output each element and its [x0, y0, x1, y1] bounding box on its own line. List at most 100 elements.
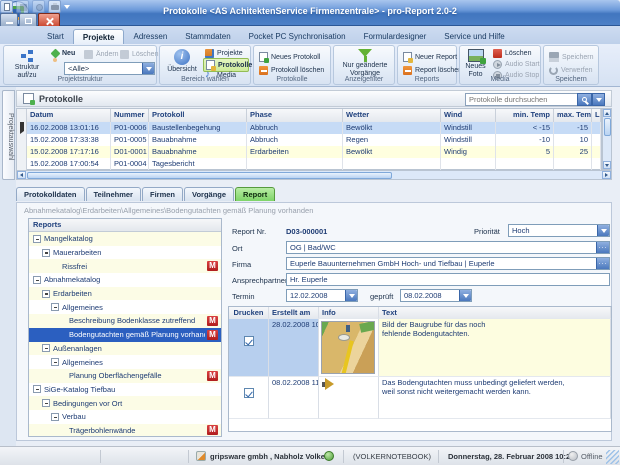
vertical-scroll-thumb[interactable]: [604, 118, 611, 136]
geprueft-date-field[interactable]: 08.02.2008: [400, 289, 472, 302]
chevron-down-icon[interactable]: [142, 63, 154, 74]
col-erstellt-am[interactable]: Erstellt am: [269, 307, 319, 319]
chevron-down-icon[interactable]: [597, 225, 609, 236]
table-row[interactable]: 15.02.2008 17:17:16 D01-0001 Bauabnahme …: [17, 146, 601, 158]
col-drucken[interactable]: Drucken: [229, 307, 269, 319]
tab-teilnehmer[interactable]: Teilnehmer: [86, 187, 141, 201]
neues-protokoll-button[interactable]: Neues Protokoll: [257, 51, 322, 63]
tab-report[interactable]: Report: [235, 187, 275, 201]
tree-item[interactable]: Allgemeines: [29, 300, 221, 314]
grid-row[interactable]: 08.02.2008 11:2 Das Bodengutachten muss …: [229, 377, 611, 419]
media-loeschen-button[interactable]: Löschen: [491, 48, 533, 59]
speichern-button[interactable]: Speichern: [547, 51, 596, 63]
tree-item[interactable]: Verbau: [29, 410, 221, 424]
ort-browse-button[interactable]: ...: [596, 242, 609, 253]
horizontal-scroll-thumb[interactable]: [27, 172, 392, 179]
tab-pocket-pc-synchronisation[interactable]: Pocket PC Synchronisation: [240, 29, 355, 44]
col-text[interactable]: Text: [379, 307, 611, 319]
tree-item[interactable]: Planung OberflächengefälleM: [29, 369, 221, 383]
tree-item[interactable]: Außenanlagen: [29, 342, 221, 356]
undo-icon[interactable]: [32, 0, 45, 13]
ort-field[interactable]: OG | Bad/WC ...: [286, 241, 610, 254]
tab-protokolldaten[interactable]: Protokolldaten: [16, 187, 85, 201]
search-input[interactable]: [465, 93, 577, 106]
audio-start-button[interactable]: Audio Start: [491, 59, 542, 70]
collapse-icon[interactable]: [33, 385, 41, 393]
col-info[interactable]: Info: [319, 307, 379, 319]
tab-formulardesigner[interactable]: Formulardesigner: [355, 29, 436, 44]
new-document-icon[interactable]: [0, 0, 13, 13]
col-luf[interactable]: Luf: [592, 109, 601, 122]
projekt-filter-combobox[interactable]: <Alle>: [64, 62, 155, 75]
table-horizontal-scrollbar[interactable]: [16, 170, 612, 180]
verwerfen-button[interactable]: Verwerfen: [547, 65, 595, 76]
resize-grip[interactable]: [606, 450, 619, 464]
tree-item[interactable]: Allgemeines: [29, 355, 221, 369]
loeschen-button[interactable]: Löschen: [118, 49, 160, 60]
col-nummer[interactable]: Nummer: [111, 109, 149, 122]
tree-item[interactable]: RissfreiM: [29, 259, 221, 273]
col-max-temp[interactable]: max. Temp: [554, 109, 592, 122]
grid-row[interactable]: 28.02.2008 10:1 Bild der Baugrube für da…: [229, 319, 611, 377]
tab-adressen[interactable]: Adressen: [124, 29, 176, 44]
table-row[interactable]: 15.02.2008 17:33:38 P01-0005 Bauabnahme …: [17, 134, 601, 146]
search-icon[interactable]: [577, 93, 592, 106]
termin-date-field[interactable]: 12.02.2008: [286, 289, 358, 302]
tab-start[interactable]: Start: [38, 29, 73, 44]
col-min-temp[interactable]: min. Temp: [496, 109, 554, 122]
collapse-icon[interactable]: [51, 303, 59, 311]
tree-item-selected[interactable]: Bodengutachten gemäß Planung vorhancM: [29, 328, 221, 342]
neues-foto-button[interactable]: Neues Foto: [462, 48, 489, 79]
collapse-icon[interactable]: [42, 290, 50, 298]
collapse-icon[interactable]: [33, 235, 41, 243]
collapse-icon[interactable]: [42, 344, 50, 352]
scroll-right-icon[interactable]: [605, 173, 608, 177]
collapse-icon[interactable]: [33, 276, 41, 284]
tree-item[interactable]: TrägerbohlenwändeM: [29, 424, 221, 437]
drucken-checkbox[interactable]: [244, 388, 254, 398]
protokoll-loeschen-button[interactable]: Protokoll löschen: [257, 65, 326, 76]
firma-field[interactable]: Euperle Bauunternehmen GmbH Hoch- und Ti…: [286, 257, 610, 270]
tree-item[interactable]: Erdarbeiten: [29, 287, 221, 301]
tab-service-und-hilfe[interactable]: Service und Hilfe: [435, 29, 513, 44]
projektauswahl-side-tab[interactable]: Projektauswahl: [2, 90, 15, 180]
tab-stammdaten[interactable]: Stammdaten: [176, 29, 239, 44]
scroll-up-icon[interactable]: [605, 112, 609, 115]
photo-thumbnail[interactable]: [321, 321, 375, 374]
search-options-chevron-icon[interactable]: [592, 93, 605, 106]
tab-projekte[interactable]: Projekte: [73, 29, 125, 44]
print-icon[interactable]: [48, 0, 61, 13]
collapse-icon[interactable]: [42, 399, 50, 407]
neu-button[interactable]: Neu: [50, 49, 77, 58]
struktur-auf-zu-button[interactable]: Struktur auf/zu: [7, 48, 47, 79]
collapse-icon[interactable]: [51, 413, 59, 421]
tab-firmen[interactable]: Firmen: [142, 187, 183, 201]
calendar-chevron-icon[interactable]: [459, 290, 471, 301]
table-row[interactable]: 16.02.2008 13:01:16 P01-0006 Baustellenb…: [17, 122, 601, 134]
save-icon[interactable]: [16, 0, 29, 13]
tree-item[interactable]: Abnahmekatalog: [29, 273, 221, 287]
nur-geaenderte-vorgaenge-button[interactable]: Nur geänderte Vorgänge: [337, 48, 393, 79]
col-datum[interactable]: Datum: [27, 109, 111, 122]
qat-more-button[interactable]: [64, 5, 70, 9]
table-row[interactable]: 15.02.2008 17:00:54 P01-0004 Tagesberich…: [17, 158, 601, 170]
scroll-down-icon[interactable]: [605, 164, 609, 167]
tree-item[interactable]: Mangelkatalog: [29, 232, 221, 246]
tab-vorgaenge[interactable]: Vorgänge: [184, 187, 234, 201]
tree-item[interactable]: Beschreibung Bodenklasse zutreffendM: [29, 314, 221, 328]
report-loeschen-button[interactable]: Report löschen: [401, 65, 464, 76]
col-wetter[interactable]: Wetter: [343, 109, 441, 122]
calendar-chevron-icon[interactable]: [345, 290, 357, 301]
col-wind[interactable]: Wind: [441, 109, 496, 122]
tree-item[interactable]: Bedingungen vor Ort: [29, 396, 221, 410]
table-vertical-scrollbar[interactable]: [602, 108, 612, 170]
collapse-icon[interactable]: [51, 358, 59, 366]
tree-item[interactable]: SiGe-Katalog Tiefbau: [29, 383, 221, 397]
collapse-icon[interactable]: [42, 249, 50, 257]
prioritaet-select[interactable]: Hoch: [508, 224, 610, 237]
neuer-report-button[interactable]: Neuer Report: [401, 51, 459, 63]
col-protokoll[interactable]: Protokoll: [149, 109, 247, 122]
col-phase[interactable]: Phase: [247, 109, 343, 122]
drucken-checkbox[interactable]: [244, 336, 254, 346]
ansprechpartner-field[interactable]: Hr. Euperle: [286, 273, 610, 286]
